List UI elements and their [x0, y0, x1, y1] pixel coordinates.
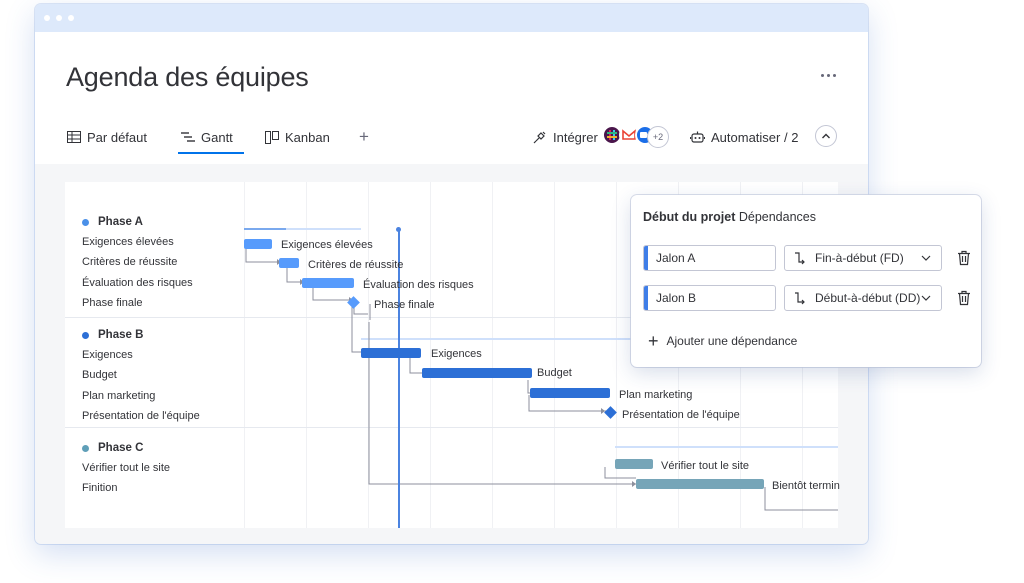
bar-label: Critères de réussite — [308, 259, 404, 271]
tab-label: Kanban — [285, 129, 330, 145]
dependencies-panel: Début du projet Dépendances Jalon A Fin-… — [631, 195, 981, 367]
plus-icon: + — [648, 331, 659, 351]
bar-label: Bientôt termin — [772, 480, 840, 492]
window-titlebar — [35, 4, 868, 32]
kanban-icon — [265, 130, 279, 144]
automate-label: Automatiser / 2 — [711, 129, 799, 145]
window-dot — [68, 15, 74, 21]
finish-to-start-icon — [795, 252, 805, 265]
bar-label: Exigences — [431, 348, 482, 360]
add-view-button[interactable]: + — [359, 127, 369, 147]
integrate-button[interactable]: Intégrer — [533, 125, 598, 149]
tab-par-defaut[interactable]: Par défaut — [67, 125, 147, 149]
gantt-bar[interactable] — [279, 258, 299, 268]
dependency-task-field[interactable]: Jalon B — [643, 285, 776, 311]
automate-button[interactable]: Automatiser / 2 — [690, 125, 798, 149]
tab-gantt[interactable]: Gantt — [181, 125, 233, 149]
tab-label: Gantt — [201, 129, 233, 145]
bar-label: Évaluation des risques — [363, 279, 474, 291]
bar-label: Plan marketing — [619, 389, 693, 401]
collapse-header-button[interactable] — [815, 125, 837, 147]
trash-icon[interactable] — [957, 290, 971, 306]
bar-label: Budget — [537, 367, 572, 379]
tab-label: Par défaut — [87, 129, 147, 145]
tab-kanban[interactable]: Kanban — [265, 125, 330, 149]
integrate-label: Intégrer — [553, 129, 598, 145]
dependency-type-select[interactable]: Début-à-début (DD) — [784, 285, 942, 311]
page-title: Agenda des équipes — [66, 62, 309, 92]
chevron-down-icon — [921, 255, 931, 261]
bar-label: Exigences élevées — [281, 239, 373, 251]
robot-icon — [690, 131, 705, 143]
active-tab-indicator — [178, 152, 244, 154]
bar-label: Vérifier tout le site — [661, 460, 750, 472]
gantt-icon — [181, 132, 195, 142]
chevron-up-icon — [822, 133, 830, 139]
window-dot — [56, 15, 62, 21]
bar-label: Présentation de l'équipe — [622, 409, 740, 421]
window-dot — [44, 15, 50, 21]
more-integrations-badge[interactable]: +2 — [647, 126, 669, 148]
dependency-type-select[interactable]: Fin-à-début (FD) — [784, 245, 942, 271]
today-marker-line — [398, 230, 400, 528]
gantt-bar[interactable] — [636, 479, 764, 489]
dependencies-title: Début du projet Dépendances — [643, 210, 816, 224]
gantt-bar[interactable] — [422, 368, 532, 378]
gantt-bar[interactable] — [361, 348, 421, 358]
add-dependency-button[interactable]: + Ajouter une dépendance — [648, 331, 798, 351]
bar-label: Phase finale — [374, 299, 435, 311]
gantt-bar[interactable] — [302, 278, 354, 288]
plug-icon — [533, 131, 546, 144]
gantt-bar[interactable] — [244, 239, 272, 249]
dependency-task-field[interactable]: Jalon A — [643, 245, 776, 271]
dependency-type-label: Début-à-début (DD) — [815, 291, 921, 305]
add-dependency-label: Ajouter une dépendance — [666, 334, 798, 348]
trash-icon[interactable] — [957, 250, 971, 266]
more-options-button[interactable] — [820, 66, 838, 84]
table-icon — [67, 131, 81, 143]
chevron-down-icon — [921, 295, 931, 301]
dependency-type-label: Fin-à-début (FD) — [815, 251, 904, 265]
gantt-bar[interactable] — [530, 388, 610, 398]
dependencies-title-label: Dépendances — [738, 210, 816, 224]
start-to-start-icon — [795, 292, 805, 305]
gantt-bar[interactable] — [615, 459, 653, 469]
dependencies-title-task: Début du projet — [643, 210, 736, 224]
